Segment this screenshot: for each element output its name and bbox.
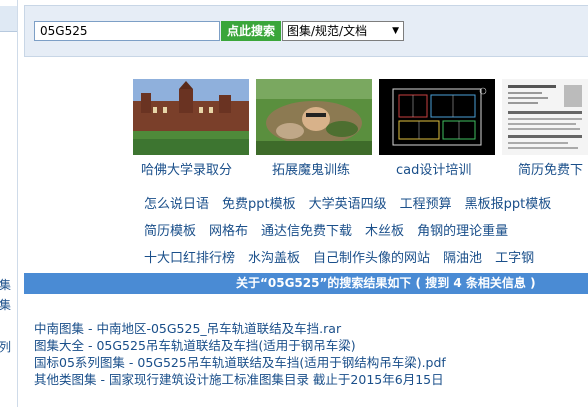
keyword-link[interactable]: 木丝板 (365, 224, 404, 239)
sidebar-tab[interactable] (0, 6, 17, 32)
search-button[interactable]: 点此搜索 (221, 21, 281, 41)
thumbnail-card-3[interactable]: cad设计培训 (379, 79, 497, 178)
keyword-link[interactable]: 免费ppt模板 (222, 197, 296, 212)
sidebar-item-1[interactable]: 集 (0, 278, 11, 292)
keyword-link[interactable]: 简历模板 (144, 224, 196, 239)
training-photo-image[interactable] (256, 79, 372, 155)
thumbnail-caption-1[interactable]: 哈佛大学录取分 (141, 159, 291, 178)
results-header-bar: 关于“05G525”的搜索结果如下 ( 搜到 4 条相关信息 ) (24, 273, 588, 294)
sidebar-item-3[interactable]: 列 (0, 340, 11, 354)
keyword-link[interactable]: 黑板报ppt模板 (465, 197, 552, 212)
keyword-row-3: 十大口红排行榜 水沟盖板 自己制作头像的网站 隔油池 工字钢 (144, 247, 547, 266)
thumbnail-card-1[interactable]: 哈佛大学录取分 (133, 79, 251, 178)
keyword-link[interactable]: 自己制作头像的网站 (313, 251, 430, 266)
keyword-link[interactable]: 网格布 (209, 224, 248, 239)
search-panel: 点此搜索 图集/规范/文档 ▼ (24, 5, 588, 57)
thumbnail-caption-4[interactable]: 简历免费下 (518, 159, 588, 178)
scope-select[interactable]: 图集/规范/文档 ▼ (282, 21, 404, 41)
keyword-link[interactable]: 工程预算 (400, 197, 452, 212)
keyword-link[interactable]: 大学英语四级 (309, 197, 387, 212)
chevron-down-icon: ▼ (392, 26, 399, 36)
keyword-link[interactable]: 工字钢 (495, 251, 534, 266)
thumbnail-card-4[interactable]: 简历免费下 (502, 79, 588, 178)
keyword-link[interactable]: 十大口红排行榜 (144, 251, 235, 266)
keyword-link[interactable]: 角钢的理论重量 (417, 224, 508, 239)
result-link[interactable]: 其他类图集 - 国家现行建筑设计施工标准图集目录 截止于2015年6月15日 (34, 369, 444, 388)
main-content: 点此搜索 图集/规范/文档 ▼ (24, 0, 588, 407)
thumbnail-strip: 哈佛大学录取分 拓展魔鬼训练 cad设计培训 简历免费下 (133, 79, 588, 179)
thumbnail-card-2[interactable]: 拓展魔鬼训练 (256, 79, 374, 178)
keyword-link[interactable]: 通达信免费下载 (261, 224, 352, 239)
keyword-row-2: 简历模板 网格布 通达信免费下载 木丝板 角钢的理论重量 (144, 220, 521, 239)
scope-select-value: 图集/规范/文档 (287, 24, 368, 38)
keyword-link[interactable]: 怎么说日语 (144, 197, 209, 212)
cad-drawing-image[interactable] (379, 79, 495, 155)
results-summary: 关于“05G525”的搜索结果如下 ( 搜到 4 条相关信息 ) (236, 276, 536, 290)
keyword-row-1: 怎么说日语 免费ppt模板 大学英语四级 工程预算 黑板报ppt模板 (144, 193, 564, 212)
left-sidebar: 集 集 列 (0, 0, 18, 407)
harvard-photo-image[interactable] (133, 79, 249, 155)
search-input[interactable] (34, 21, 220, 41)
resume-template-image[interactable] (502, 79, 588, 155)
keyword-link[interactable]: 隔油池 (443, 251, 482, 266)
keyword-link[interactable]: 水沟盖板 (248, 251, 300, 266)
sidebar-item-2[interactable]: 集 (0, 298, 11, 312)
